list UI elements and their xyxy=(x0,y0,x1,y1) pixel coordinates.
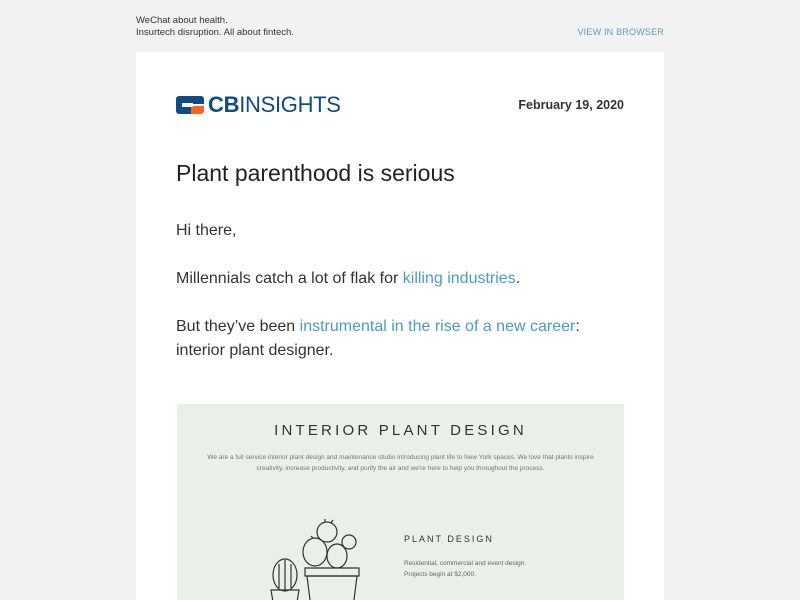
paragraph-text: . xyxy=(515,270,521,287)
killing-industries-link[interactable]: killing industries xyxy=(403,270,516,287)
service-line-2: Projects begin at $2,000. xyxy=(404,571,476,578)
brand-name-light: INSIGHTS xyxy=(239,92,341,117)
hero-description: We are a full service interior plant des… xyxy=(207,454,594,472)
preheader-line-1: WeChat about health. xyxy=(136,15,228,26)
cb-insights-logo[interactable]: CBINSIGHTS xyxy=(176,94,341,116)
email-card: CBINSIGHTS February 19, 2020 Plant paren… xyxy=(136,52,664,600)
paragraph-career: But they’ve been instrumental in the ris… xyxy=(176,315,616,363)
new-career-link[interactable]: instrumental in the rise of a new career xyxy=(300,318,576,335)
service-title: PLANT DESIGN xyxy=(404,534,494,544)
interior-plant-design-image[interactable]: INTERIOR PLANT DESIGN We are a full serv… xyxy=(177,404,624,600)
brand-name-bold: CB xyxy=(208,92,240,117)
hero-title: INTERIOR PLANT DESIGN xyxy=(274,422,527,439)
service-line-1: Residential, commercial and event design… xyxy=(404,560,527,567)
service-description: Residential, commercial and event design… xyxy=(404,558,526,580)
cb-logo-icon xyxy=(176,96,204,114)
paragraph-text: But they’ve been xyxy=(176,318,300,335)
brand-wordmark: CBINSIGHTS xyxy=(208,94,341,116)
preheader-text: WeChat about health. Insurtech disruptio… xyxy=(136,15,294,39)
paragraph-millennials: Millennials catch a lot of flak for kill… xyxy=(176,267,616,291)
newsletter-date: February 19, 2020 xyxy=(518,98,624,112)
email-title: Plant parenthood is serious xyxy=(176,160,455,186)
view-in-browser-link[interactable]: VIEW IN BROWSER xyxy=(577,27,664,37)
paragraph-text: Millennials catch a lot of flak for xyxy=(176,270,403,287)
preheader-line-2: Insurtech disruption. All about fintech. xyxy=(136,27,294,38)
preheader: WeChat about health. Insurtech disruptio… xyxy=(136,15,664,45)
greeting: Hi there, xyxy=(176,222,237,239)
cactus-illustration xyxy=(270,519,360,600)
